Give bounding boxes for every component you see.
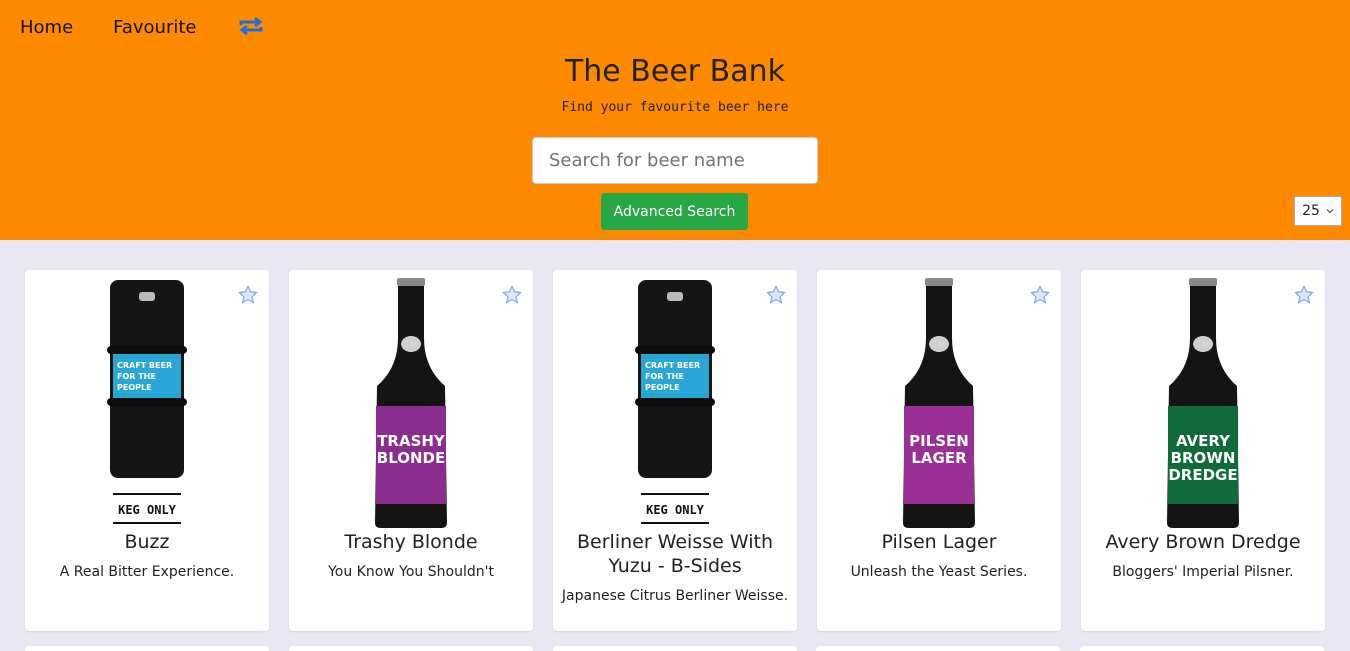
bottle-label-text: PILSEN — [909, 432, 969, 450]
next-row-card-peek — [553, 646, 797, 651]
keg-only-badge: KEG ONLY — [118, 503, 177, 517]
page-title: The Beer Bank — [564, 54, 786, 89]
keg-only-badge: KEG ONLY — [646, 503, 705, 517]
bottle-label-text: CRAFT BEER — [645, 361, 700, 370]
next-row-card-peek — [1080, 646, 1324, 651]
beer-tagline: Unleash the Yeast Series. — [850, 564, 1028, 580]
beer-image: CRAFT BEER FOR THE PEOPLE KEG ONLY — [553, 278, 797, 536]
beer-name: Berliner Weisse With Yuzu - B-Sides — [577, 531, 773, 577]
page-size-value: 25 — [1302, 203, 1320, 219]
beer-name: Buzz — [124, 531, 170, 553]
chevron-down-icon — [1326, 209, 1334, 214]
top-nav: Home Favourite — [20, 16, 265, 38]
beer-name: Trashy Blonde — [344, 531, 478, 553]
nav-favourite-link[interactable]: Favourite — [113, 17, 196, 38]
beer-tagline: You Know You Shouldn't — [328, 564, 494, 580]
search-input[interactable] — [532, 137, 818, 184]
beer-card[interactable]: CRAFT BEER FOR THE PEOPLE KEG ONLY Berliner … — [553, 270, 797, 631]
page-size-select[interactable]: 25 — [1294, 196, 1342, 226]
beer-tagline: Japanese Citrus Berliner Weisse. — [561, 588, 789, 604]
bottle-label-text: FOR THE — [117, 372, 156, 381]
advanced-search-button[interactable]: Advanced Search — [601, 193, 748, 230]
beer-card[interactable]: CRAFT BEER FOR THE PEOPLE KEG ONLY Buzz A Rea… — [25, 270, 269, 631]
beer-card[interactable]: AVERY BROWN DREDGE Avery Brown Dredge Blogge… — [1081, 270, 1325, 631]
beer-tagline: Bloggers' Imperial Pilsner. — [1112, 564, 1294, 580]
next-row-card-peek — [816, 646, 1060, 651]
beer-card[interactable]: PILSEN LAGER Pilsen Lager Unleash the Yeast… — [817, 270, 1061, 631]
bottle-label-text: BLONDE — [377, 449, 445, 467]
page-subtitle: Find your favourite beer here — [561, 100, 789, 115]
beer-card-list: CRAFT BEER FOR THE PEOPLE KEG ONLY Buzz A Rea… — [25, 270, 1325, 631]
bottle-label-text: FOR THE — [645, 372, 684, 381]
beer-image: TRASHY BLONDE — [289, 278, 533, 536]
beer-name: Pilsen Lager — [881, 531, 997, 553]
swap-arrows-icon[interactable] — [237, 16, 265, 38]
beer-image: CRAFT BEER FOR THE PEOPLE KEG ONLY — [25, 278, 269, 536]
next-row-card-peek — [289, 646, 533, 651]
bottle-label-text: LAGER — [911, 449, 967, 467]
beer-name: Avery Brown Dredge — [1105, 531, 1301, 553]
beer-tagline: A Real Bitter Experience. — [59, 564, 235, 580]
beer-image: PILSEN LAGER — [817, 278, 1061, 536]
bottle-label-text: CRAFT BEER — [117, 361, 172, 370]
bottle-label-text: PEOPLE — [117, 383, 152, 392]
bottle-label-text: TRASHY — [377, 432, 446, 450]
bottle-label-text: BROWN — [1171, 449, 1236, 467]
beer-image: AVERY BROWN DREDGE — [1081, 278, 1325, 536]
header: Home Favourite The Beer Bank Find your f… — [0, 0, 1350, 240]
bottle-label-text: AVERY — [1176, 432, 1231, 450]
beer-card[interactable]: TRASHY BLONDE Trashy Blonde You Know You Sh… — [289, 270, 533, 631]
bottle-label-text: DREDGE — [1168, 466, 1237, 484]
nav-home-link[interactable]: Home — [20, 17, 73, 38]
bottle-label-text: PEOPLE — [645, 383, 680, 392]
next-row-card-peek — [25, 646, 269, 651]
